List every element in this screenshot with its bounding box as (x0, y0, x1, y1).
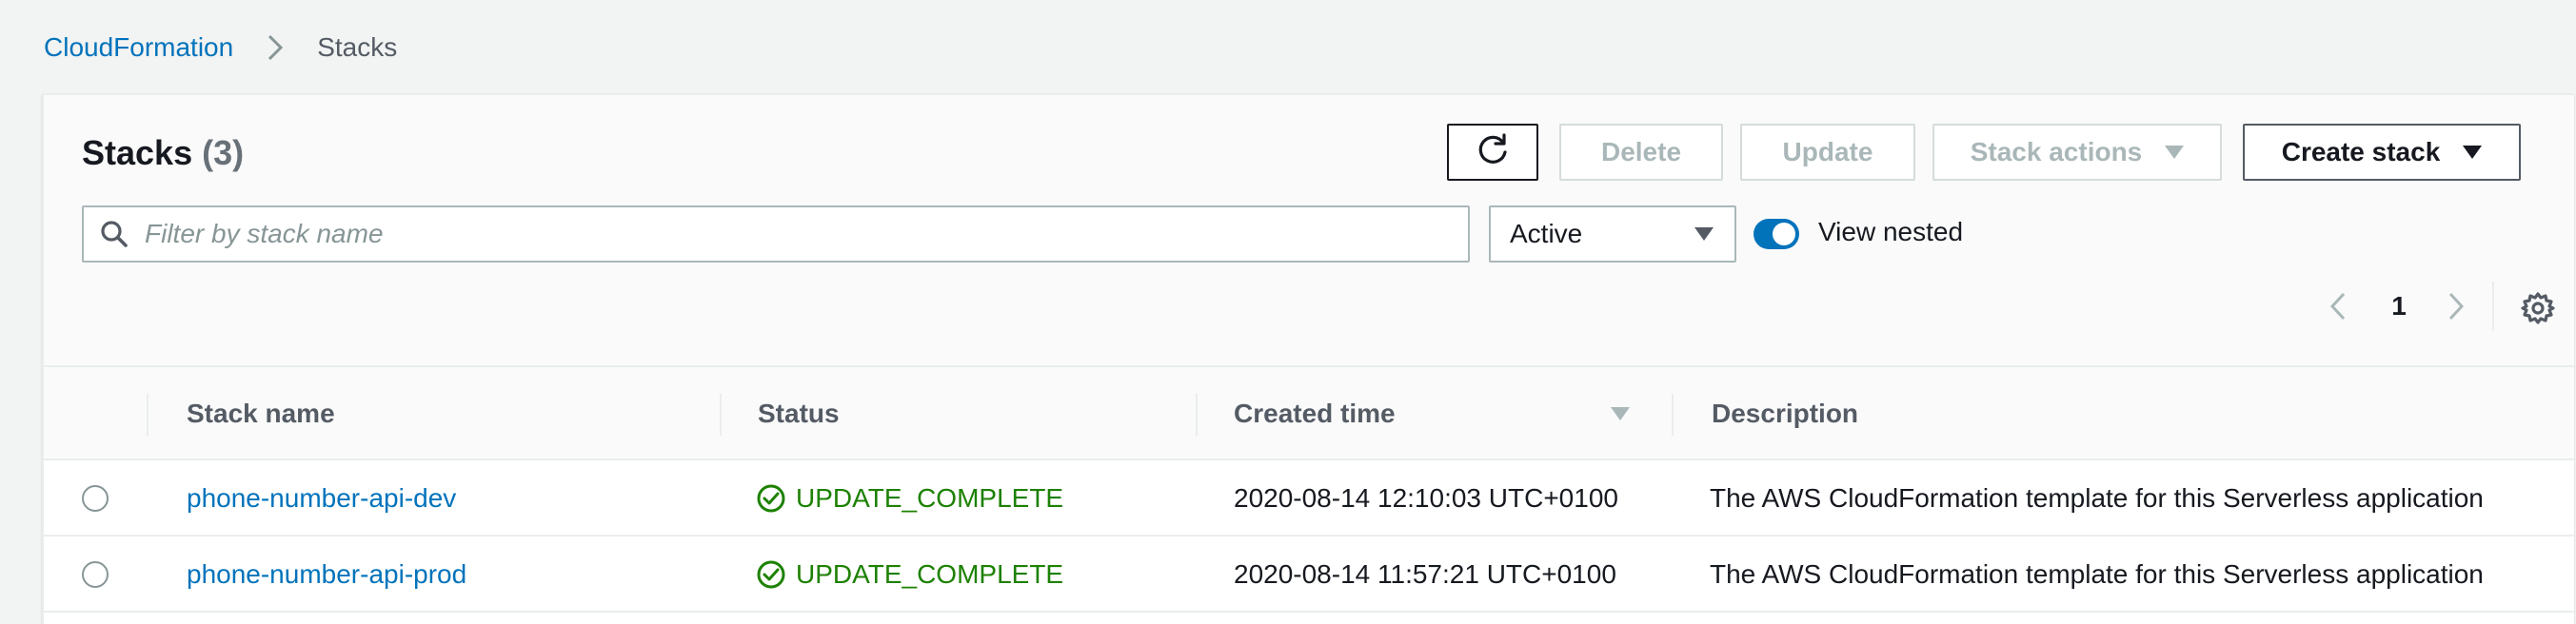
refresh-button[interactable] (1447, 124, 1538, 181)
stack-name-link[interactable]: phone-number-api-dev (187, 460, 456, 536)
created-time-cell: 2020-08-14 12:10:03 UTC+0100 (1234, 483, 1618, 513)
previous-page-button[interactable] (2319, 287, 2357, 325)
stack-actions-label: Stack actions (1970, 137, 2143, 166)
sort-descending-icon[interactable] (1609, 367, 1632, 460)
table-header: Stack name Status Created time Descripti… (44, 367, 2574, 460)
column-divider (147, 394, 149, 436)
caret-down-icon (1694, 227, 1714, 241)
panel-header: Stacks (3) Delete Update Stack actions C… (44, 95, 2574, 367)
breadcrumb-current: Stacks (317, 32, 398, 62)
table-row[interactable]: phone-number-api-dev UPDATE_COMPLETE 202… (44, 460, 2574, 536)
description-cell: The AWS CloudFormation template for this… (1710, 559, 2484, 589)
delete-button[interactable]: Delete (1559, 124, 1723, 181)
stack-name-link[interactable]: phone-number-api-prod (187, 536, 466, 613)
stack-count: (3) (202, 133, 245, 172)
column-header-status[interactable]: Status (758, 367, 840, 460)
status-cell: UPDATE_COMPLETE (756, 460, 1063, 536)
status-text: UPDATE_COMPLETE (796, 483, 1064, 513)
chevron-right-icon (256, 29, 294, 67)
preferences-button[interactable] (2519, 289, 2557, 327)
search-icon (84, 207, 145, 261)
view-nested-toggle[interactable] (1754, 219, 1799, 249)
table-row[interactable] (44, 613, 2574, 624)
chevron-left-icon (2329, 292, 2346, 321)
view-nested-label: View nested (1818, 217, 1964, 246)
table-row[interactable]: phone-number-api-prod UPDATE_COMPLETE 20… (44, 536, 2574, 613)
search-input[interactable] (145, 210, 1449, 258)
column-divider (1672, 394, 1674, 436)
stacks-panel: Stacks (3) Delete Update Stack actions C… (42, 93, 2574, 624)
next-page-button[interactable] (2437, 287, 2475, 325)
check-circle-icon (756, 559, 786, 590)
breadcrumb: CloudFormation Stacks (44, 29, 397, 67)
breadcrumb-cloudformation-link[interactable]: CloudFormation (44, 32, 233, 63)
caret-down-icon (2463, 146, 2483, 159)
column-divider (1196, 394, 1198, 436)
page-number[interactable]: 1 (2388, 287, 2410, 325)
stack-actions-button[interactable]: Stack actions (1932, 124, 2222, 181)
column-header-stack-name[interactable]: Stack name (187, 367, 335, 460)
created-time-cell: 2020-08-14 11:57:21 UTC+0100 (1234, 559, 1616, 589)
caret-down-icon (2165, 146, 2185, 159)
column-header-created-time[interactable]: Created time (1234, 367, 1396, 460)
create-stack-label: Create stack (2281, 137, 2441, 166)
status-cell: UPDATE_COMPLETE (756, 536, 1063, 613)
page-title-text: Stacks (82, 133, 193, 172)
row-select-radio[interactable] (82, 561, 109, 588)
update-button[interactable]: Update (1740, 124, 1915, 181)
stack-filter (82, 205, 1470, 263)
status-filter-value: Active (1510, 219, 1583, 248)
status-text: UPDATE_COMPLETE (796, 559, 1064, 589)
column-header-description[interactable]: Description (1712, 367, 1858, 460)
column-divider (720, 394, 722, 436)
gear-icon (2521, 292, 2555, 324)
refresh-icon (1475, 131, 1511, 174)
page-title: Stacks (3) (82, 133, 244, 173)
check-circle-icon (756, 483, 786, 514)
create-stack-button[interactable]: Create stack (2243, 124, 2521, 181)
row-select-radio[interactable] (82, 485, 109, 512)
status-filter-select[interactable]: Active (1489, 205, 1736, 263)
pager-divider (2492, 282, 2494, 331)
description-cell: The AWS CloudFormation template for this… (1710, 483, 2484, 513)
toggle-knob (1773, 223, 1795, 245)
chevron-right-icon (2448, 292, 2465, 321)
